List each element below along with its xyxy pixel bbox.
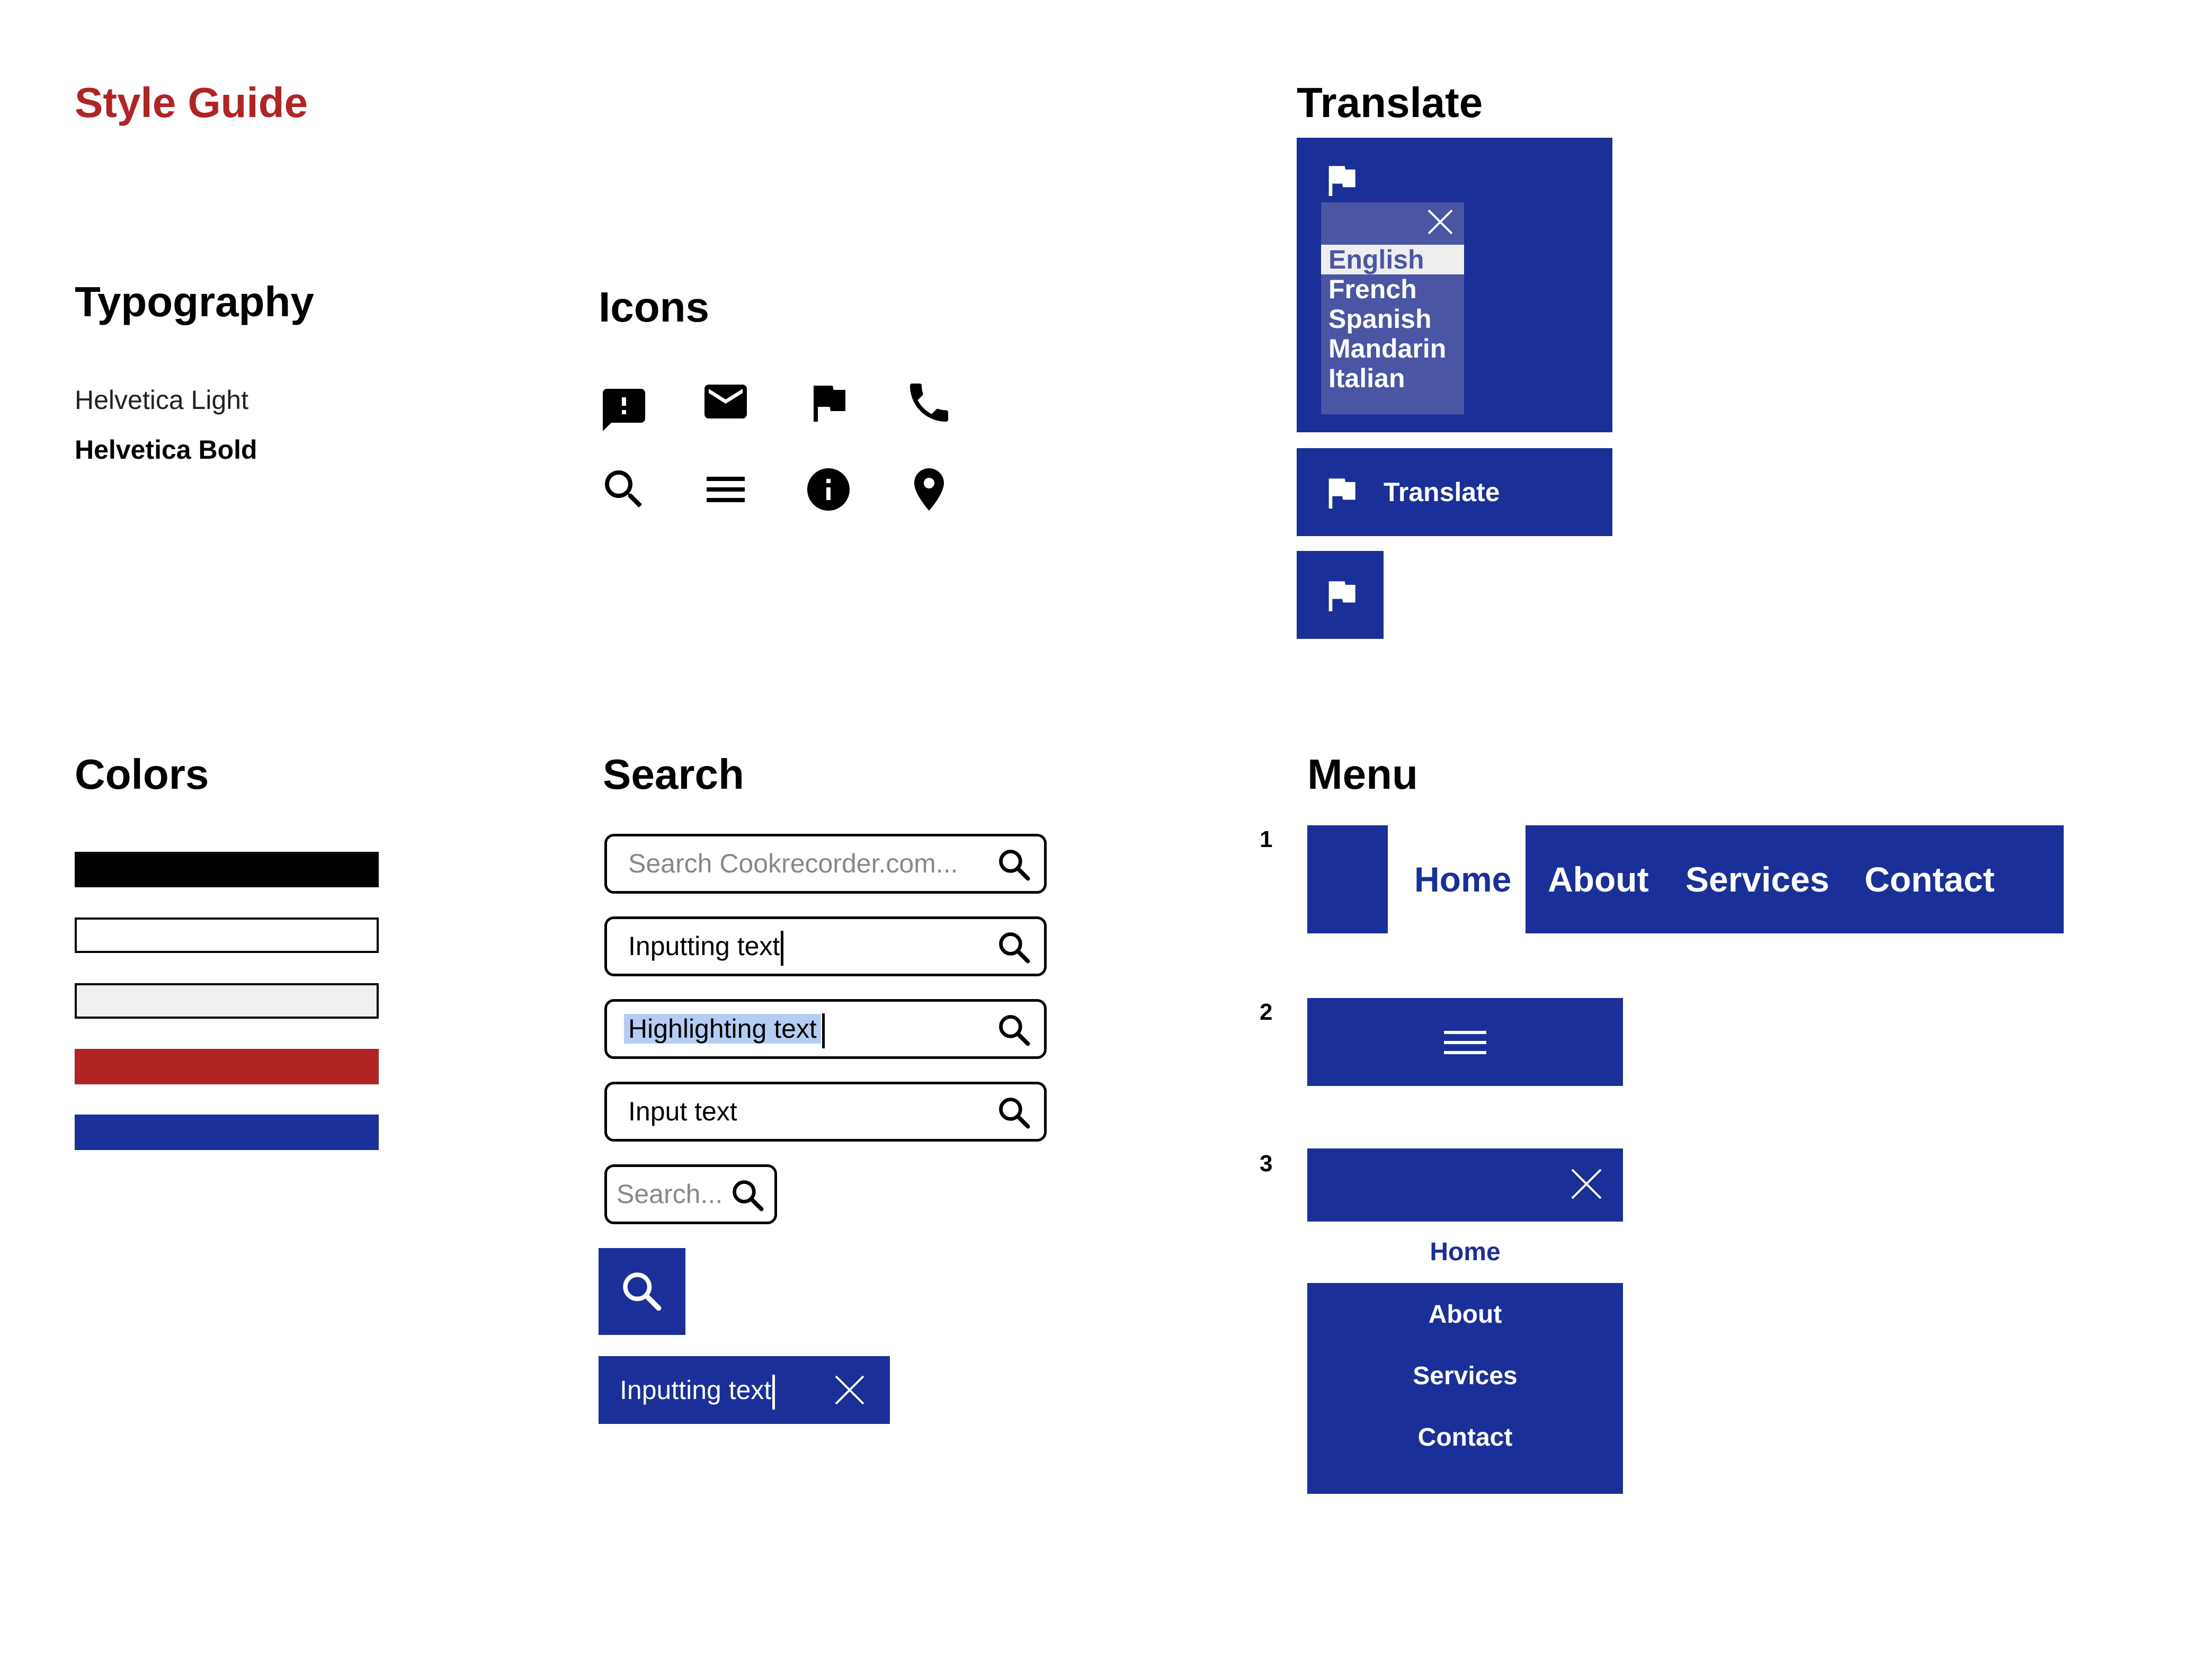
translate-button[interactable]: Translate xyxy=(1297,448,1612,536)
search-heading: Search xyxy=(603,751,744,798)
search-icon xyxy=(599,464,649,515)
search-field-inputting[interactable]: Inputting text xyxy=(604,916,1047,976)
feedback-icon xyxy=(599,385,649,435)
search-field-compact[interactable]: Search... xyxy=(604,1164,777,1224)
phone-icon xyxy=(904,377,955,428)
menu-collapsed-bar[interactable] xyxy=(1307,998,1623,1086)
close-icon[interactable] xyxy=(834,1374,866,1406)
search-field-placeholder[interactable]: Search Cookrecorder.com... xyxy=(604,834,1047,894)
search-input-text: Inputting text xyxy=(620,1375,772,1405)
menu-bar-left-block xyxy=(1307,825,1388,933)
translate-heading: Translate xyxy=(1297,79,1483,126)
menu-item-about[interactable]: About xyxy=(1548,825,1649,933)
language-option-french[interactable]: French xyxy=(1321,274,1464,304)
menu-heading: Menu xyxy=(1307,751,1418,798)
menu-variant-number-3: 3 xyxy=(1260,1151,1273,1177)
menu-icon[interactable] xyxy=(1442,1019,1488,1066)
search-button[interactable] xyxy=(599,1248,685,1335)
flag-icon xyxy=(1320,159,1362,201)
search-input-text: Inputting text xyxy=(628,931,780,961)
menu-dropdown-item-about[interactable]: About xyxy=(1307,1300,1623,1329)
language-option-italian[interactable]: Italian xyxy=(1321,363,1464,393)
menu-expanded-header xyxy=(1307,1148,1623,1222)
menu-item-services[interactable]: Services xyxy=(1685,825,1830,933)
typography-heading: Typography xyxy=(75,278,314,325)
language-option-spanish[interactable]: Spanish xyxy=(1321,304,1464,334)
typography-light-sample: Helvetica Light xyxy=(75,385,248,415)
swatch-white xyxy=(75,917,379,953)
language-option-mandarin[interactable]: Mandarin xyxy=(1321,334,1464,363)
location-pin-icon xyxy=(904,464,955,515)
swatch-black xyxy=(75,852,379,887)
close-icon[interactable] xyxy=(1427,209,1453,235)
typography-bold-sample: Helvetica Bold xyxy=(75,435,257,465)
search-input-text: Input text xyxy=(628,1097,737,1126)
search-icon xyxy=(620,1269,664,1314)
swatch-red xyxy=(75,1049,379,1084)
menu-dropdown-item-services[interactable]: Services xyxy=(1307,1361,1623,1391)
search-icon[interactable] xyxy=(730,1178,766,1214)
search-field-input[interactable]: Input text xyxy=(604,1082,1047,1142)
text-caret xyxy=(772,1374,775,1410)
icons-heading: Icons xyxy=(599,283,709,331)
close-icon[interactable] xyxy=(1570,1168,1603,1200)
menu-icon xyxy=(700,464,751,515)
menu-item-home[interactable]: Home xyxy=(1414,825,1511,933)
flag-icon xyxy=(803,377,854,428)
swatch-blue xyxy=(75,1115,379,1150)
menu-variant-number-1: 1 xyxy=(1260,826,1273,852)
menu-item-contact[interactable]: Contact xyxy=(1865,825,1995,933)
translate-button-label: Translate xyxy=(1384,477,1500,507)
search-field-blue[interactable]: Inputting text xyxy=(599,1356,890,1424)
search-icon[interactable] xyxy=(996,930,1032,966)
menu-variant-number-2: 2 xyxy=(1260,999,1273,1025)
search-icon[interactable] xyxy=(996,1095,1032,1131)
text-caret xyxy=(822,1013,825,1048)
info-icon xyxy=(803,464,854,515)
search-placeholder-text: Search... xyxy=(617,1179,723,1209)
search-icon[interactable] xyxy=(996,1012,1032,1048)
mail-icon xyxy=(700,376,751,427)
menu-dropdown-item-home[interactable]: Home xyxy=(1307,1237,1623,1267)
flag-icon xyxy=(1320,471,1362,514)
search-highlighted-text: Highlighting text xyxy=(624,1014,821,1044)
swatch-light-gray xyxy=(75,983,379,1019)
search-placeholder-text: Search Cookrecorder.com... xyxy=(628,849,958,878)
translate-icon-button[interactable] xyxy=(1297,551,1384,639)
colors-heading: Colors xyxy=(75,751,209,798)
search-icon[interactable] xyxy=(996,847,1032,883)
menu-dropdown-item-contact[interactable]: Contact xyxy=(1307,1423,1623,1452)
text-caret xyxy=(781,930,784,966)
language-option-english[interactable]: English xyxy=(1321,245,1464,274)
search-field-highlighting[interactable]: Highlighting text xyxy=(604,999,1047,1059)
flag-icon xyxy=(1320,574,1362,617)
page-title: Style Guide xyxy=(75,79,308,126)
